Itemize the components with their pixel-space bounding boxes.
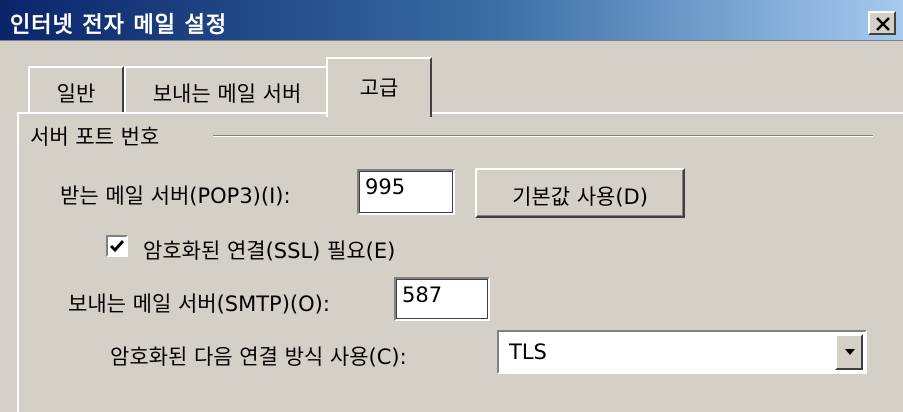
tab-general[interactable]: 일반 xyxy=(28,66,124,112)
outgoing-port-input[interactable]: 587 xyxy=(394,277,490,321)
tab-outgoing-server[interactable]: 보내는 메일 서버 xyxy=(124,66,330,112)
window-title: 인터넷 전자 메일 설정 xyxy=(10,13,228,38)
encryption-type-label: 암호화된 다음 연결 방식 사용(C): xyxy=(110,345,407,369)
tab-outgoing-server-label: 보내는 메일 서버 xyxy=(152,82,302,106)
ssl-required-checkbox[interactable] xyxy=(106,235,128,257)
incoming-port-input[interactable]: 995 xyxy=(357,169,455,215)
encryption-type-value: TLS xyxy=(509,340,547,364)
ssl-required-label: 암호화된 연결(SSL) 필요(E) xyxy=(143,239,396,263)
incoming-server-label: 받는 메일 서버(POP3)(I): xyxy=(60,184,291,208)
group-title-server-ports: 서버 포트 번호 xyxy=(30,125,160,149)
close-button[interactable] xyxy=(868,11,896,35)
use-default-button[interactable]: 기본값 사용(D) xyxy=(475,168,685,218)
group-divider xyxy=(213,135,873,137)
encryption-type-select[interactable]: TLS xyxy=(497,330,867,374)
title-bar[interactable]: 인터넷 전자 메일 설정 xyxy=(0,0,903,41)
outgoing-server-label: 보내는 메일 서버(SMTP)(O): xyxy=(68,292,330,316)
tab-advanced[interactable]: 고급 xyxy=(326,57,432,117)
close-icon xyxy=(876,17,890,31)
dropdown-button[interactable] xyxy=(835,334,863,370)
checkmark-icon xyxy=(109,240,125,253)
tab-advanced-label: 고급 xyxy=(359,76,399,100)
chevron-down-icon xyxy=(845,349,855,355)
tab-general-label: 일반 xyxy=(56,82,96,106)
